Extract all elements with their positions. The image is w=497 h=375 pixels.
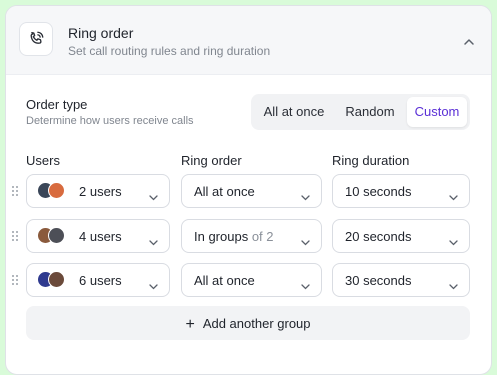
ring-order-value: In groups of 2 bbox=[194, 229, 274, 244]
card-header[interactable]: Ring order Set call routing rules and ri… bbox=[6, 6, 491, 75]
add-group-content: + Add another group bbox=[26, 315, 470, 333]
ring-duration-value: 30 seconds bbox=[345, 273, 412, 288]
avatar bbox=[48, 227, 65, 244]
header-title: Ring order bbox=[68, 25, 134, 41]
chevron-down-icon bbox=[301, 277, 310, 295]
avatar bbox=[48, 182, 65, 199]
users-select-row-3[interactable]: 6 users bbox=[26, 263, 170, 297]
ring-order-select-row-3[interactable]: All at once bbox=[181, 263, 322, 297]
ring-order-value: All at once bbox=[194, 273, 255, 288]
order-type-all-at-once[interactable]: All at once bbox=[254, 97, 334, 127]
users-select-row-2[interactable]: 4 users bbox=[26, 219, 170, 253]
users-count: 4 users bbox=[79, 229, 122, 244]
order-type-random[interactable]: Random bbox=[335, 97, 405, 127]
order-type-custom[interactable]: Custom bbox=[407, 97, 467, 127]
ring-order-text: In groups bbox=[194, 229, 249, 244]
chevron-down-icon bbox=[149, 188, 158, 206]
chevron-down-icon bbox=[301, 188, 310, 206]
plus-icon: + bbox=[185, 316, 195, 333]
ring-duration-value: 10 seconds bbox=[345, 184, 412, 199]
avatar-stack bbox=[37, 182, 73, 200]
column-header-users: Users bbox=[26, 153, 60, 168]
drag-handle-icon[interactable] bbox=[12, 231, 18, 241]
column-header-ring-duration: Ring duration bbox=[332, 153, 410, 168]
ring-duration-select-row-1[interactable]: 10 seconds bbox=[332, 174, 470, 208]
ring-duration-value: 20 seconds bbox=[345, 229, 412, 244]
add-group-label: Add another group bbox=[202, 316, 311, 331]
avatar bbox=[48, 271, 65, 288]
ring-order-value: All at once bbox=[194, 184, 255, 199]
chevron-down-icon bbox=[449, 188, 458, 206]
drag-handle-icon[interactable] bbox=[12, 186, 18, 196]
ring-order-select-row-1[interactable]: All at once bbox=[181, 174, 322, 208]
users-select-row-1[interactable]: 2 users bbox=[26, 174, 170, 208]
chevron-down-icon bbox=[449, 233, 458, 251]
ring-order-text: All at once bbox=[194, 184, 255, 199]
add-group-button[interactable]: + Add another group bbox=[26, 306, 470, 340]
avatar-stack bbox=[37, 271, 73, 289]
avatar-stack bbox=[37, 227, 73, 245]
chevron-up-icon[interactable] bbox=[463, 33, 475, 51]
ring-order-card: Ring order Set call routing rules and ri… bbox=[5, 5, 492, 375]
ring-order-select-row-2[interactable]: In groups of 2 bbox=[181, 219, 322, 253]
column-header-ring-order: Ring order bbox=[181, 153, 242, 168]
users-count: 6 users bbox=[79, 273, 122, 288]
ring-duration-select-row-3[interactable]: 30 seconds bbox=[332, 263, 470, 297]
drag-handle-icon[interactable] bbox=[12, 275, 18, 285]
header-subtitle: Set call routing rules and ring duration bbox=[68, 44, 271, 58]
order-type-label: Order type bbox=[26, 97, 88, 112]
order-type-description: Determine how users receive calls bbox=[26, 115, 194, 127]
ring-duration-select-row-2[interactable]: 20 seconds bbox=[332, 219, 470, 253]
chevron-down-icon bbox=[149, 277, 158, 295]
chevron-down-icon bbox=[149, 233, 158, 251]
ring-order-group-size: of 2 bbox=[251, 229, 274, 244]
order-type-segmented-control: All at once Random Custom bbox=[251, 94, 470, 130]
chevron-down-icon bbox=[301, 233, 310, 251]
ring-order-text: All at once bbox=[194, 273, 255, 288]
phone-ring-icon bbox=[19, 22, 53, 56]
chevron-down-icon bbox=[449, 277, 458, 295]
users-count: 2 users bbox=[79, 184, 122, 199]
